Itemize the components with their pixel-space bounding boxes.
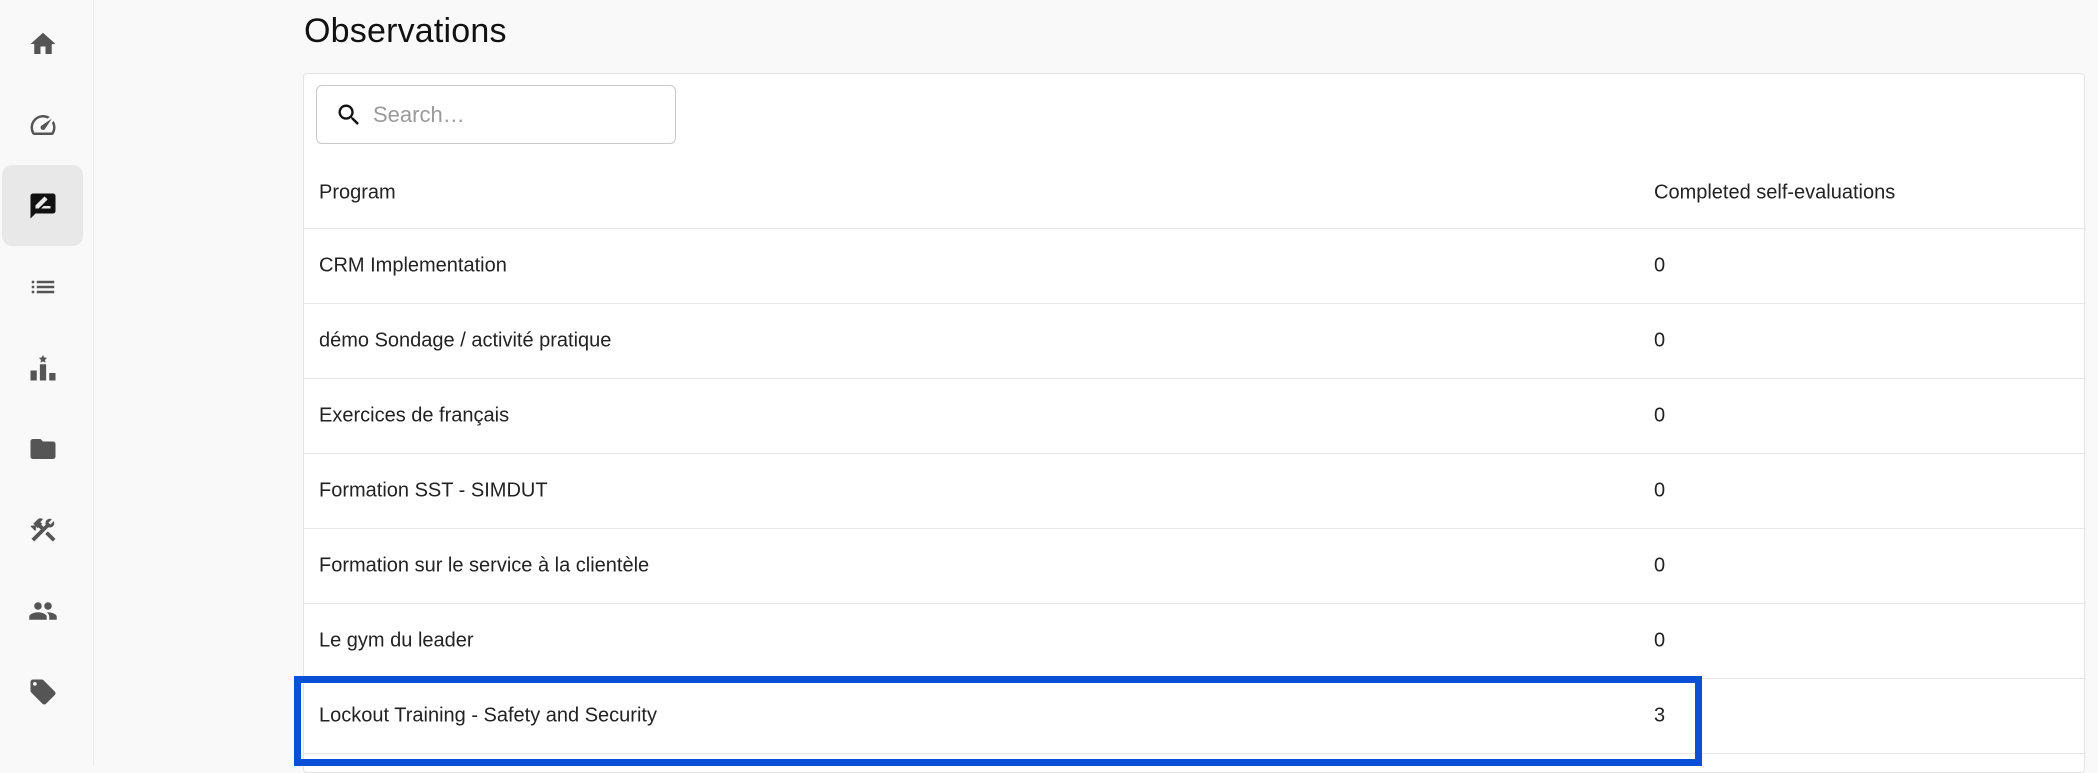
observations-panel: Program Completed self-evaluations CRM I…: [303, 73, 2086, 773]
count-cell: 0: [1654, 479, 1666, 502]
people-icon: [28, 601, 57, 620]
nav-tags[interactable]: [2, 651, 83, 732]
nav-dashboard[interactable]: [2, 84, 83, 165]
rate-review-icon: [30, 193, 55, 218]
program-cell: Le gym du leader: [319, 629, 474, 652]
tools-icon: [30, 517, 55, 542]
sidebar-nav: [0, 0, 94, 766]
program-cell: CRM Implementation: [319, 254, 507, 277]
count-cell: 0: [1654, 329, 1666, 352]
program-cell: Exercices de français: [319, 404, 510, 427]
nav-observations[interactable]: [2, 165, 83, 246]
leaderboard-icon: [30, 354, 55, 380]
table-row[interactable]: Formation SST - SIMDUT 0: [304, 454, 2086, 529]
nav-folder[interactable]: [2, 408, 83, 489]
program-cell: Formation SST - SIMDUT: [319, 479, 548, 502]
program-cell: Formation sur le service à la clientèle: [319, 554, 650, 577]
count-cell: 0: [1654, 629, 1666, 652]
search-icon: [338, 104, 359, 125]
nav-tools[interactable]: [2, 489, 83, 570]
table-row[interactable]: CRM Implementation 0: [304, 229, 2086, 304]
table-row[interactable]: démo Sondage / activité pratique 0: [304, 304, 2086, 379]
nav-home[interactable]: [2, 3, 83, 84]
table-header: Program Completed self-evaluations: [304, 158, 2086, 229]
search-box[interactable]: [316, 85, 676, 144]
nav-leaderboard[interactable]: [2, 327, 83, 408]
nav-people[interactable]: [2, 570, 83, 651]
tag-icon: [30, 679, 55, 704]
table-row[interactable]: Le gym du leader 0: [304, 604, 2086, 679]
folder-icon: [30, 438, 55, 459]
column-header-completed[interactable]: Completed self-evaluations: [1654, 182, 1895, 205]
home-icon: [30, 32, 55, 54]
search-input[interactable]: [373, 101, 663, 128]
column-header-program[interactable]: Program: [319, 182, 396, 205]
count-cell: 0: [1654, 254, 1666, 277]
table-row[interactable]: Exercices de français 0: [304, 379, 2086, 454]
count-cell: 3: [1654, 704, 1666, 727]
page-title: Observations: [304, 12, 507, 50]
speedometer-icon: [30, 114, 55, 135]
count-cell: 0: [1654, 404, 1666, 427]
programs-table: Program Completed self-evaluations CRM I…: [304, 158, 2086, 754]
table-row[interactable]: Lockout Training - Safety and Security 3: [304, 679, 2086, 754]
program-cell: démo Sondage / activité pratique: [319, 329, 612, 352]
count-cell: 0: [1654, 554, 1666, 577]
nav-list[interactable]: [2, 246, 83, 327]
list-icon: [31, 280, 54, 293]
table-row[interactable]: Formation sur le service à la clientèle …: [304, 529, 2086, 604]
program-cell: Lockout Training - Safety and Security: [319, 704, 657, 727]
